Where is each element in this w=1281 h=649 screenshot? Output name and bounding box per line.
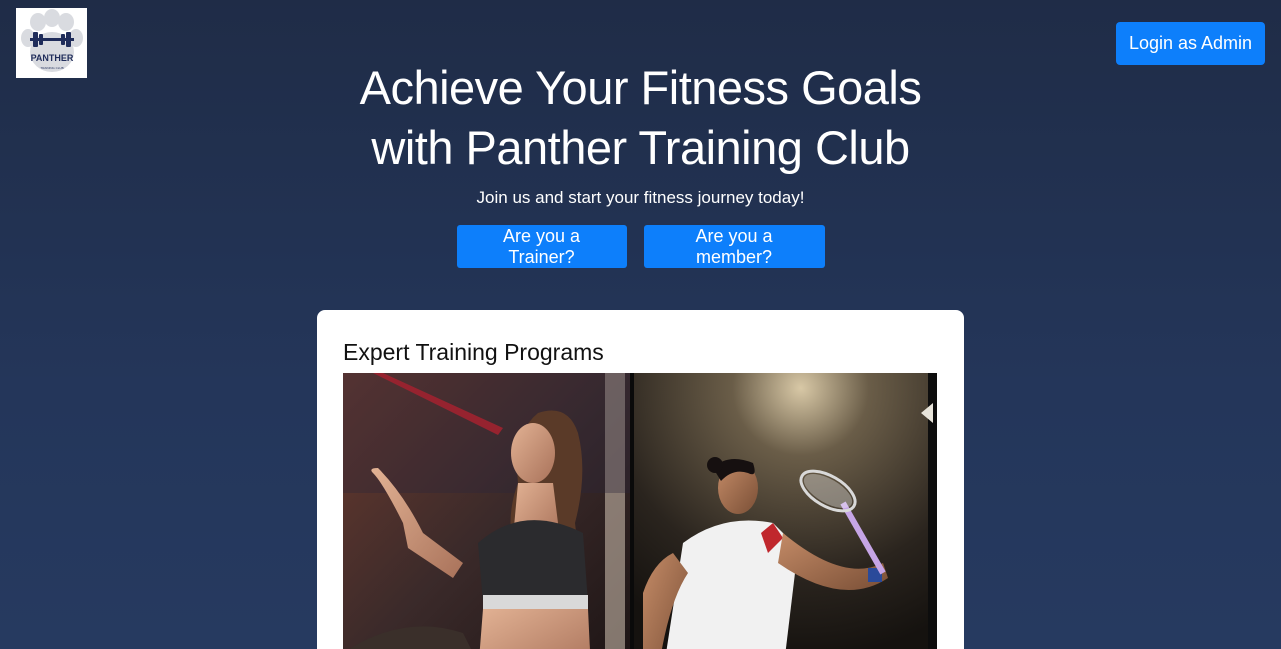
cta-row: Are you a Trainer? Are you a member? bbox=[0, 225, 1281, 268]
member-button[interactable]: Are you a member? bbox=[643, 225, 825, 268]
card-title: Expert Training Programs bbox=[343, 339, 604, 365]
hero-title-line2: with Panther Training Club bbox=[371, 121, 910, 174]
training-programs-card: Expert Training Programs bbox=[317, 310, 964, 649]
trainer-button[interactable]: Are you a Trainer? bbox=[456, 225, 627, 268]
hero-title-line1: Achieve Your Fitness Goals bbox=[359, 61, 922, 114]
hero-title: Achieve Your Fitness Goals with Panther … bbox=[0, 58, 1281, 178]
training-photo bbox=[343, 373, 937, 649]
hero-section: Achieve Your Fitness Goals with Panther … bbox=[0, 58, 1281, 209]
fitness-photo-collage-icon bbox=[343, 373, 937, 649]
hero-subtitle: Join us and start your fitness journey t… bbox=[476, 188, 805, 207]
